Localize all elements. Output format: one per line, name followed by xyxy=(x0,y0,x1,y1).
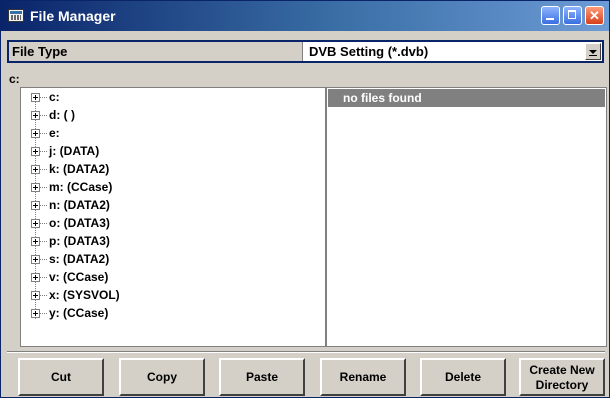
file-type-dropdown-button[interactable] xyxy=(585,43,601,60)
expand-icon[interactable] xyxy=(31,165,40,174)
expand-icon[interactable] xyxy=(31,147,40,156)
expand-icon[interactable] xyxy=(31,129,40,138)
file-type-select-value[interactable]: DVB Setting (*.dvb) xyxy=(309,42,428,61)
tree-item-label: k: (DATA2) xyxy=(49,162,110,176)
create-new-directory-button[interactable]: Create New Directory xyxy=(519,358,605,396)
tree-item-label: j: (DATA) xyxy=(49,144,100,158)
expand-icon[interactable] xyxy=(31,201,40,210)
copy-button[interactable]: Copy xyxy=(119,358,205,396)
file-type-row: File Type DVB Setting (*.dvb) xyxy=(7,40,604,63)
tree-item-label: x: (SYSVOL) xyxy=(49,288,120,302)
tree-item-label: v: (CCase) xyxy=(49,270,109,284)
paste-button[interactable]: Paste xyxy=(219,358,305,396)
tree-item-label: c: xyxy=(49,90,60,104)
directory-tree[interactable]: c: d: ( ) e: j: (DATA) k: (DATA2) m: (CC… xyxy=(20,87,326,347)
tree-item-label: y: (CCase) xyxy=(49,306,109,320)
rename-button-label: Rename xyxy=(339,370,387,384)
divider xyxy=(7,351,605,353)
expand-icon[interactable] xyxy=(31,309,40,318)
maximize-button[interactable] xyxy=(563,6,582,25)
file-type-label: File Type xyxy=(9,42,303,61)
expand-icon[interactable] xyxy=(31,273,40,282)
file-manager-window: File Manager ✕ File Type DVB Setting (*.… xyxy=(0,0,610,398)
tree-item-label: e: xyxy=(49,126,60,140)
window-title: File Manager xyxy=(30,8,116,24)
delete-button-label: Delete xyxy=(444,370,482,384)
create-new-directory-label-line1: Create New xyxy=(529,362,595,377)
minimize-icon xyxy=(542,7,559,24)
expand-icon[interactable] xyxy=(31,93,40,102)
expand-icon[interactable] xyxy=(31,183,40,192)
tree-item-label: s: (DATA2) xyxy=(49,252,110,266)
expand-icon[interactable] xyxy=(31,291,40,300)
delete-button[interactable]: Delete xyxy=(420,358,506,396)
rename-button[interactable]: Rename xyxy=(320,358,406,396)
tree-item-label: n: (DATA2) xyxy=(49,198,110,212)
expand-icon[interactable] xyxy=(31,255,40,264)
tree-item-label: p: (DATA3) xyxy=(49,234,110,248)
create-new-directory-label-line2: Directory xyxy=(535,377,589,392)
title-bar[interactable]: File Manager ✕ xyxy=(1,1,609,31)
file-list[interactable]: no files found xyxy=(326,87,607,347)
paste-button-label: Paste xyxy=(245,370,279,384)
tree-item-label: o: (DATA3) xyxy=(49,216,110,230)
cut-button[interactable]: Cut xyxy=(18,358,104,396)
minimize-button[interactable] xyxy=(541,6,560,25)
file-manager-icon xyxy=(8,9,24,22)
expand-icon[interactable] xyxy=(31,237,40,246)
expand-icon[interactable] xyxy=(31,219,40,228)
tree-item-label: m: (CCase) xyxy=(49,180,113,194)
cut-button-label: Cut xyxy=(51,370,71,384)
no-files-message: no files found xyxy=(328,89,605,107)
tree-item-label: d: ( ) xyxy=(49,108,75,122)
copy-button-label: Copy xyxy=(147,370,177,384)
close-button[interactable]: ✕ xyxy=(585,6,604,25)
expand-icon[interactable] xyxy=(31,111,40,120)
close-icon: ✕ xyxy=(589,8,600,23)
maximize-icon xyxy=(564,7,581,24)
current-path-label: c: xyxy=(9,72,20,86)
